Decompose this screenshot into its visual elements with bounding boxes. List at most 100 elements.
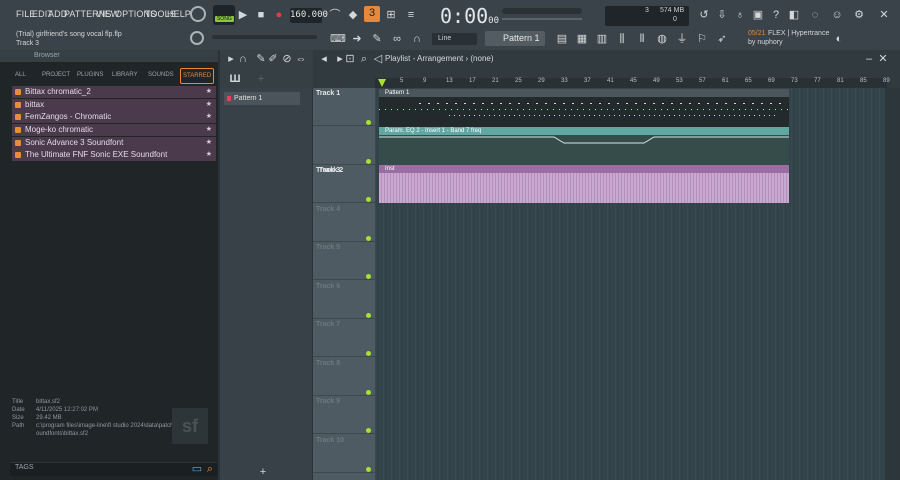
pattern-clip[interactable]: Pattern 1 [379, 89, 789, 127]
master-volume-knob[interactable] [190, 6, 206, 22]
browser-header [0, 50, 218, 62]
channel-rack-icon[interactable]: ▦ [575, 32, 589, 46]
track-label[interactable]: Track 3 [316, 167, 374, 174]
folder-icon[interactable]: ▭ [190, 462, 204, 476]
save-icon[interactable]: ▣ [751, 8, 765, 22]
tab-project[interactable]: PROJECT [42, 68, 70, 82]
cart-icon[interactable]: ◧ [787, 8, 801, 22]
performance-icon[interactable]: ⚐ [695, 32, 709, 46]
pitch-knob[interactable] [190, 31, 204, 45]
track-label[interactable]: Track 6 [316, 283, 374, 290]
browser-item[interactable]: FemZangos - Chromatic ★ [12, 111, 216, 123]
star-icon[interactable]: ★ [206, 99, 212, 111]
channel-icon[interactable]: ⫴ [635, 32, 649, 46]
track-label[interactable]: Track 10 [316, 437, 374, 444]
tempo-display[interactable]: 160.000 [290, 8, 328, 23]
star-icon[interactable]: ★ [206, 86, 212, 98]
menu-help[interactable]: HELP [167, 9, 191, 19]
stop-icon[interactable]: ■ [254, 8, 268, 22]
vertical-scrollbar[interactable] [885, 88, 900, 480]
loop-record-icon[interactable]: ≡ [404, 8, 418, 22]
browser-item[interactable]: bittax ★ [12, 99, 216, 111]
arrow-icon[interactable]: ➜ [350, 32, 364, 46]
news-toggle-icon[interactable]: ◐ [832, 32, 846, 46]
browser-item[interactable]: The Ultimate FNF Sonic EXE Soundfont ★ [12, 149, 216, 161]
position-slider[interactable] [502, 18, 582, 20]
tab-sounds[interactable]: SOUNDS [148, 68, 174, 82]
browser-item[interactable]: Moge-ko chromatic ★ [12, 124, 216, 136]
help-icon[interactable]: ? [769, 8, 783, 22]
plugin-icon[interactable]: ⏚ [675, 32, 689, 46]
microphone-icon[interactable]: ♁ [733, 8, 747, 22]
download-icon[interactable]: ⇩ [715, 8, 729, 22]
overview-strip[interactable] [313, 64, 900, 78]
settings-icon[interactable]: ⚙ [852, 8, 866, 22]
add-pattern-bottom-icon[interactable]: + [256, 465, 270, 479]
timeline-ruler[interactable]: 5 9 13 17 21 25 29 33 37 41 45 49 53 57 61 65 69 73 77 81 85… [375, 78, 890, 88]
countdown-icon[interactable]: 3 [364, 6, 380, 22]
song-mode-button[interactable] [213, 5, 235, 25]
automation-clip[interactable]: Param. EQ 2 - Insert 1 - Band 7 freq [379, 127, 789, 165]
piano-roll-icon[interactable]: ⌨ [330, 32, 346, 46]
playlist-view-icon[interactable]: ▤ [555, 32, 569, 46]
add-pattern-icon[interactable]: + [254, 72, 268, 86]
snap-selector[interactable]: Line [432, 33, 477, 45]
mixer-icon[interactable]: ⫼ [615, 32, 629, 46]
news-text[interactable]: FLEX | Hypertrance [768, 30, 829, 37]
bird-icon[interactable]: ➶ [715, 32, 729, 46]
track-label[interactable]: Track 5 [316, 244, 374, 251]
soundfont-icon [15, 114, 21, 120]
news-author: by nuphory [748, 39, 783, 46]
track-divider [313, 471, 375, 473]
tab-starred[interactable]: STARRED [180, 68, 215, 84]
tags-bar[interactable] [10, 462, 217, 476]
clip-label: Param. EQ 2 - Insert 1 - Band 7 freq [379, 127, 789, 135]
soundfont-file-icon: sf [172, 408, 208, 444]
pattern-picker-icon[interactable]: Ш [228, 72, 242, 86]
star-icon[interactable]: ★ [206, 124, 212, 136]
pattern-selector[interactable]: Pattern 1 [485, 31, 545, 46]
tab-all[interactable]: ALL [15, 68, 26, 82]
browser-item[interactable]: Bittax chromatic_2 ★ [12, 86, 216, 98]
track-label[interactable]: Track 7 [316, 321, 374, 328]
chat-icon[interactable]: ◌ [808, 8, 822, 22]
play-icon[interactable]: ▶ [236, 8, 250, 22]
track-label[interactable]: Track 9 [316, 398, 374, 405]
tags-label: TAGS [15, 464, 34, 471]
pattern-list [220, 88, 312, 480]
playhead-marker[interactable] [378, 79, 386, 87]
track-divider [313, 279, 375, 280]
tab-plugins[interactable]: PLUGINS [77, 68, 103, 82]
mute-icon[interactable]: ⊘ [280, 52, 294, 66]
star-icon[interactable]: ★ [206, 137, 212, 149]
link-icon[interactable]: ∞ [390, 32, 404, 46]
browser-item[interactable]: Sonic Advance 3 Soundfont ★ [12, 137, 216, 149]
metronome-icon[interactable]: ⌒ [328, 8, 342, 22]
magnet-snap-icon[interactable]: ∩ [236, 52, 250, 66]
ruler-tick: 57 [699, 78, 706, 84]
magnet-icon[interactable]: ∩ [410, 32, 424, 46]
slip-icon[interactable]: ⇔ [294, 52, 308, 66]
star-icon[interactable]: ★ [206, 111, 212, 123]
pencil-icon[interactable]: ✎ [370, 32, 384, 46]
undo-history-icon[interactable]: ↺ [697, 8, 711, 22]
master-pitch-slider[interactable] [502, 8, 582, 14]
track-label[interactable]: Track 4 [316, 206, 374, 213]
star-icon[interactable]: ★ [206, 149, 212, 161]
track-label[interactable]: Track 1 [316, 90, 374, 97]
browser-icon[interactable]: ◍ [655, 32, 669, 46]
close-icon[interactable]: ✕ [877, 8, 891, 22]
paint-icon[interactable]: ✐ [266, 52, 280, 66]
record-icon[interactable]: ● [272, 8, 286, 22]
pattern-item[interactable]: Pattern 1 [224, 92, 300, 105]
audio-clip[interactable]: Inst [379, 165, 789, 203]
step-edit-icon[interactable]: ⊞ [384, 8, 398, 22]
memory-value: 574 MB [660, 7, 685, 14]
account-icon[interactable]: ☺ [830, 8, 844, 22]
track-label[interactable]: Track 8 [316, 360, 374, 367]
tab-library[interactable]: LIBRARY [112, 68, 138, 82]
piano-view-icon[interactable]: ▥ [595, 32, 609, 46]
search-icon[interactable]: ⌕ [203, 462, 217, 476]
wait-input-icon[interactable]: ◆ [346, 8, 360, 22]
browser-title: Browser [34, 52, 60, 59]
